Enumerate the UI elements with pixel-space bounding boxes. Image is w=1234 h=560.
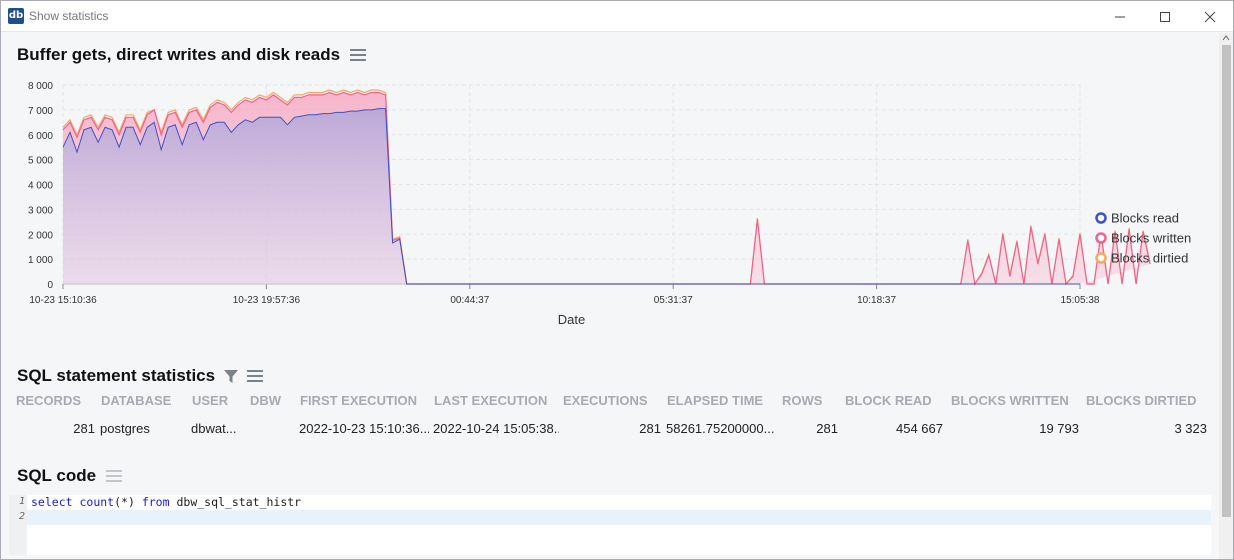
minimize-icon xyxy=(1115,16,1125,17)
sql-code-title: SQL code xyxy=(17,466,97,485)
x-tick-label: 15:05:38 xyxy=(1061,295,1100,306)
scroll-thumb[interactable] xyxy=(1222,45,1231,517)
y-tick-label: 4 000 xyxy=(28,181,53,192)
code-function: count xyxy=(79,495,115,509)
legend-label: Blocks written xyxy=(1111,231,1191,246)
cell-blocks-dirtied: 3 323 xyxy=(1174,421,1207,436)
scroll-up-icon[interactable] xyxy=(1219,33,1233,43)
statistics-window: db Show statistics Buffer gets, direct w… xyxy=(0,0,1234,560)
chart-menu-icon[interactable] xyxy=(350,49,367,61)
col-header-database[interactable]: DATABASE xyxy=(101,393,171,408)
cell-records: 281 xyxy=(73,421,95,436)
filter-icon[interactable] xyxy=(223,368,239,384)
sql-stats-menu-icon[interactable] xyxy=(247,370,264,382)
close-icon xyxy=(1204,11,1216,22)
table-row[interactable]: 281 postgres dbwat... 2022-10-23 15:10:3… xyxy=(1,421,1219,443)
window-title: Show statistics xyxy=(29,9,109,23)
content-area: Buffer gets, direct writes and disk read… xyxy=(1,33,1219,559)
col-header-first-execution[interactable]: FIRST EXECUTION xyxy=(300,393,417,408)
y-tick-label: 1 000 xyxy=(28,255,53,266)
x-tick-label: 00:44:37 xyxy=(450,295,489,306)
cell-database: postgres xyxy=(100,421,150,436)
cell-last-execution: 2022-10-24 15:05:38.... xyxy=(433,421,559,436)
col-header-block-read[interactable]: BLOCK READ xyxy=(845,393,932,408)
line-number: 2 xyxy=(18,511,25,522)
x-tick-label: 10-23 19:57:36 xyxy=(233,295,301,306)
col-header-records[interactable]: RECORDS xyxy=(16,393,81,408)
y-tick-label: 2 000 xyxy=(28,230,53,241)
col-header-user[interactable]: USER xyxy=(192,393,228,408)
title-bar[interactable]: db Show statistics xyxy=(1,1,1233,32)
maximize-button[interactable] xyxy=(1142,1,1188,32)
y-tick-label: 5 000 xyxy=(28,156,53,167)
buffer-chart: 0 1 000 2 000 3 000 4 000 5 000 6 000 7 000 8 00… xyxy=(1,73,1219,373)
col-header-elapsed-time[interactable]: ELAPSED TIME xyxy=(667,393,763,408)
x-tick-label: 05:31:37 xyxy=(654,295,693,306)
col-header-executions[interactable]: EXECUTIONS xyxy=(563,393,648,408)
code-args: (*) xyxy=(114,495,135,509)
x-tick-label: 10-23 15:10:36 xyxy=(29,295,97,306)
buffer-chart-svg: 0 1 000 2 000 3 000 4 000 5 000 6 000 7 000 8 00… xyxy=(28,81,1191,327)
y-tick-label: 8 000 xyxy=(28,81,53,92)
legend-marker xyxy=(1095,232,1107,244)
col-header-last-execution[interactable]: LAST EXECUTION xyxy=(434,393,547,408)
chart-title: Buffer gets, direct writes and disk read… xyxy=(17,45,341,64)
sql-code-editor[interactable]: 1 2 select count(*) from dbw_sql_stat_hi… xyxy=(9,495,1211,555)
sql-code-section-title: SQL code xyxy=(17,466,123,486)
cell-blocks-written: 19 793 xyxy=(1039,421,1079,436)
minimize-button[interactable] xyxy=(1097,1,1143,32)
legend-label: Blocks read xyxy=(1111,211,1179,226)
col-header-blocks-dirtied[interactable]: BLOCKS DIRTIED xyxy=(1086,393,1197,408)
cell-block-read: 454 667 xyxy=(896,421,943,436)
legend-marker xyxy=(1095,212,1107,224)
y-tick-label: 6 000 xyxy=(28,131,53,142)
cell-elapsed-time: 58261.75200000... xyxy=(666,421,775,436)
cell-first-execution: 2022-10-23 15:10:36.... xyxy=(299,421,429,436)
active-line-highlight xyxy=(27,510,1211,525)
stats-table-header: RECORDS DATABASE USER DBW FIRST EXECUTIO… xyxy=(1,393,1219,413)
code-line-1: select count(*) from dbw_sql_stat_histr xyxy=(31,495,301,509)
code-table: dbw_sql_stat_histr xyxy=(176,495,302,509)
cell-rows: 281 xyxy=(816,421,838,436)
close-button[interactable] xyxy=(1187,1,1233,32)
sql-stats-title: SQL statement statistics xyxy=(17,366,216,385)
col-header-rows[interactable]: ROWS xyxy=(782,393,822,408)
chart-section-title: Buffer gets, direct writes and disk read… xyxy=(17,45,367,65)
code-keyword: select xyxy=(31,495,73,509)
col-header-blocks-written[interactable]: BLOCKS WRITTEN xyxy=(951,393,1069,408)
x-tick-label: 10:18:37 xyxy=(857,295,896,306)
x-axis-label: Date xyxy=(558,312,585,327)
col-header-dbw[interactable]: DBW xyxy=(250,393,281,408)
sql-code-menu-icon[interactable] xyxy=(106,470,123,482)
y-tick-label: 3 000 xyxy=(28,205,53,216)
legend-marker xyxy=(1095,252,1107,264)
maximize-icon xyxy=(1160,11,1170,22)
y-tick-label: 7 000 xyxy=(28,106,53,117)
app-logo-icon: db xyxy=(8,8,24,24)
line-number: 1 xyxy=(18,496,25,507)
sql-stats-section-title: SQL statement statistics xyxy=(17,366,264,386)
legend-label: Blocks dirtied xyxy=(1111,251,1188,266)
vertical-scrollbar[interactable] xyxy=(1219,33,1233,559)
cell-executions: 281 xyxy=(639,421,661,436)
code-keyword: from xyxy=(141,495,170,509)
y-tick-label: 0 xyxy=(47,280,53,291)
cell-user: dbwat... xyxy=(191,421,237,436)
